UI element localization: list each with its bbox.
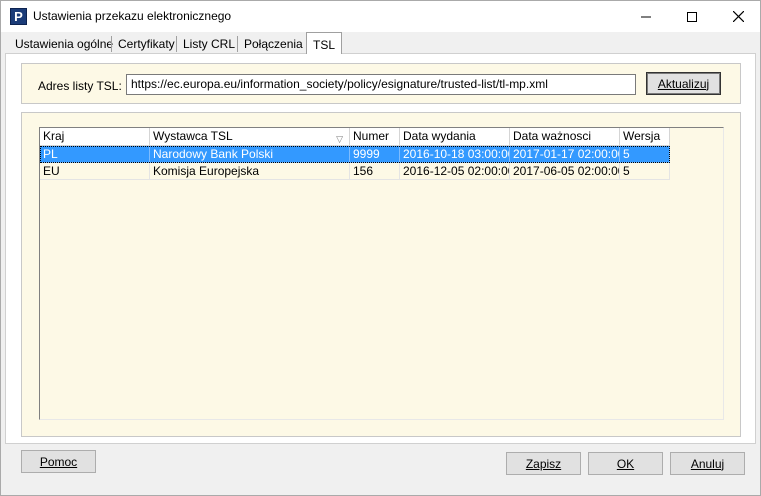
tab-general[interactable]: Ustawienia ogólne bbox=[9, 34, 119, 54]
column-header-number[interactable]: Numer bbox=[350, 128, 400, 146]
cell-issue-date: 2016-10-18 03:00:00 bbox=[400, 146, 510, 163]
tsl-address-input[interactable]: https://ec.europa.eu/information_society… bbox=[126, 74, 636, 95]
cell-expiry-date: 2017-01-17 02:00:00 bbox=[510, 146, 620, 163]
column-header-issue-date[interactable]: Data wydania bbox=[400, 128, 510, 146]
close-button[interactable] bbox=[715, 1, 761, 32]
cell-country: EU bbox=[40, 163, 150, 180]
cancel-button-label: Anuluj bbox=[690, 456, 725, 471]
column-header-country[interactable]: Kraj bbox=[40, 128, 150, 146]
cell-country: PL bbox=[40, 146, 150, 163]
title-bar: P Ustawienia przekazu elektronicznego bbox=[1, 1, 760, 32]
close-icon bbox=[732, 11, 744, 22]
minimize-button[interactable] bbox=[623, 1, 669, 32]
ok-button-label: OK bbox=[616, 456, 635, 471]
save-button[interactable]: Zapisz bbox=[506, 452, 581, 475]
update-button-label: Aktualizuj bbox=[657, 76, 710, 91]
maximize-button[interactable] bbox=[669, 1, 715, 32]
dialog-window: P Ustawienia przekazu elektronicznego Us… bbox=[0, 0, 761, 496]
cell-number: 9999 bbox=[350, 146, 400, 163]
cell-issuer: Narodowy Bank Polski bbox=[150, 146, 350, 163]
help-button[interactable]: Pomoc bbox=[21, 450, 96, 473]
table-row[interactable]: EU Komisja Europejska 156 2016-12-05 02:… bbox=[40, 163, 670, 180]
tab-crl-lists[interactable]: Listy CRL bbox=[177, 34, 241, 54]
cell-number: 156 bbox=[350, 163, 400, 180]
cell-issue-date: 2016-12-05 02:00:00 bbox=[400, 163, 510, 180]
column-header-expiry-date[interactable]: Data ważnosci bbox=[510, 128, 620, 146]
tsl-grid[interactable]: Kraj Wystawca TSL ▽ Numer Data wydania Da… bbox=[39, 127, 724, 420]
minimize-icon bbox=[641, 16, 651, 17]
cell-version: 5 bbox=[620, 163, 670, 180]
tab-tsl[interactable]: TSL bbox=[306, 32, 343, 54]
help-button-label: Pomoc bbox=[39, 454, 78, 469]
cell-issuer: Komisja Europejska bbox=[150, 163, 350, 180]
sort-filter-icon[interactable]: ▽ bbox=[336, 131, 343, 145]
cancel-button[interactable]: Anuluj bbox=[670, 452, 745, 475]
window-title: Ustawienia przekazu elektronicznego bbox=[33, 9, 232, 23]
tsl-address-panel: Adres listy TSL: https://ec.europa.eu/in… bbox=[21, 63, 741, 104]
tsl-list-panel: Kraj Wystawca TSL ▽ Numer Data wydania Da… bbox=[21, 112, 741, 437]
tsl-address-label: Adres listy TSL: bbox=[38, 79, 122, 93]
app-logo-icon: P bbox=[10, 8, 27, 25]
ok-button[interactable]: OK bbox=[588, 452, 663, 475]
tab-certificates[interactable]: Certyfikaty bbox=[112, 34, 181, 54]
cell-expiry-date: 2017-06-05 02:00:00 bbox=[510, 163, 620, 180]
grid-header: Kraj Wystawca TSL ▽ Numer Data wydania Da… bbox=[40, 128, 670, 146]
column-header-version[interactable]: Wersja bbox=[620, 128, 670, 146]
save-button-label: Zapisz bbox=[525, 456, 562, 471]
tab-strip: Ustawienia ogólne Certyfikaty Listy CRL … bbox=[1, 32, 760, 54]
cell-version: 5 bbox=[620, 146, 670, 163]
table-row[interactable]: PL Narodowy Bank Polski 9999 2016-10-18 … bbox=[40, 146, 670, 163]
update-button[interactable]: Aktualizuj bbox=[646, 72, 721, 95]
column-header-issuer[interactable]: Wystawca TSL ▽ bbox=[150, 128, 350, 146]
tab-connections[interactable]: Połączenia bbox=[238, 34, 309, 54]
maximize-icon bbox=[687, 11, 697, 22]
